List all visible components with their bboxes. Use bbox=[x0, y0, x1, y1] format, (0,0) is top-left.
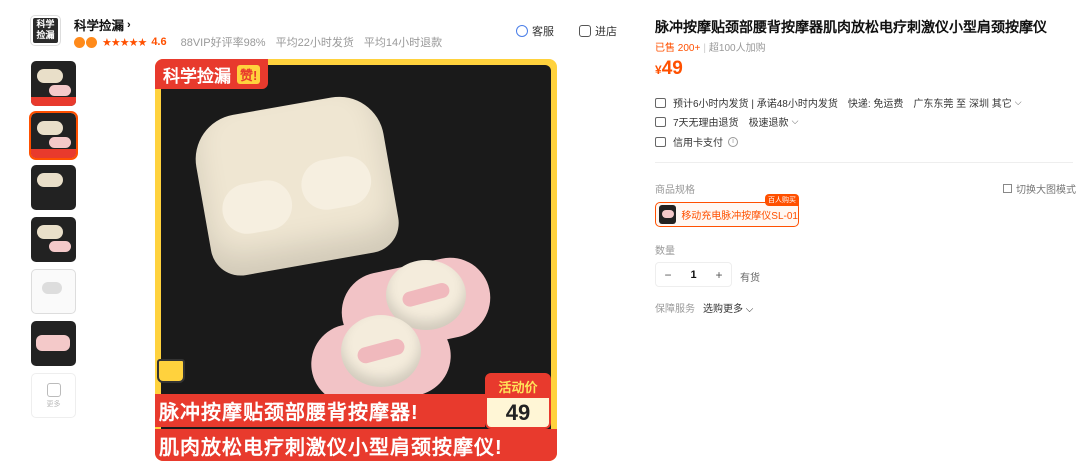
guarantee-more-label: 选购更多 bbox=[703, 304, 743, 315]
more-thumbnails-button[interactable]: 更多 bbox=[31, 373, 76, 418]
tag-badge: 赞! bbox=[237, 64, 261, 84]
promo-price-box: 活动价 49 bbox=[485, 373, 551, 429]
shipping-row[interactable]: 预计6小时内发货 | 承诺48小时内发货 快递: 免运费 广东东莞 至 深圳 其… bbox=[655, 95, 1022, 110]
chevron-down-icon: ⌵ bbox=[791, 116, 799, 126]
store-meta-item: 平均22小时发货 bbox=[275, 37, 354, 49]
thumbnail-list: 更多 bbox=[29, 61, 78, 425]
switch-view-button[interactable]: 切换大图模式 bbox=[1003, 181, 1076, 196]
guarantee-row: 保障服务 选购更多 ⌵ bbox=[655, 300, 753, 315]
store-meta: ★★★★★ 4.6 88VIP好评率98% 平均22小时发货 平均14小时退款 bbox=[74, 34, 452, 50]
charging-case bbox=[188, 89, 404, 281]
store-tag: 科学捡漏 赞! bbox=[155, 59, 269, 89]
chat-icon bbox=[516, 25, 528, 37]
shipping-route: 广东东莞 至 深圳 其它 bbox=[913, 99, 1012, 110]
returns-row[interactable]: 7天无理由退货 极速退款 ⌵ bbox=[655, 114, 798, 129]
sold-count: 已售 200+ bbox=[655, 43, 701, 54]
thumbnail[interactable] bbox=[31, 321, 76, 366]
product-title: 脉冲按摩贴颈部腰背按摩器肌肉放松电疗刺激仪小型肩颈按摩仪 bbox=[655, 19, 1047, 35]
customer-service-button[interactable]: 客服 bbox=[516, 23, 554, 39]
quantity-label: 数量 bbox=[655, 246, 675, 257]
thumbnail[interactable] bbox=[31, 61, 76, 106]
price: ¥49 bbox=[655, 58, 683, 80]
store-logo[interactable]: 科学捡漏 bbox=[30, 15, 61, 46]
quantity-stepper: − 1 + bbox=[655, 262, 732, 287]
guarantee-more-button[interactable]: 选购更多 ⌵ bbox=[703, 300, 753, 315]
store-rating: 4.6 bbox=[151, 36, 167, 48]
store-tag-text: 科学捡漏 bbox=[163, 66, 231, 86]
return-policy: 7天无理由退货 bbox=[673, 118, 739, 129]
spec-label: 商品规格 bbox=[655, 185, 695, 196]
store-name-link[interactable]: 科学捡漏 › bbox=[74, 15, 131, 34]
main-product-image[interactable]: 科学捡漏 赞! 脉冲按摩贴颈部腰背按摩器! 活动价 49 肌肉放松电疗刺激仪小型… bbox=[155, 59, 557, 461]
guarantee-label: 保障服务 bbox=[655, 304, 695, 315]
grid-icon bbox=[1003, 184, 1012, 193]
sku-thumbnail bbox=[659, 205, 677, 224]
price-amount: 49 bbox=[661, 58, 683, 79]
quantity-plus-button[interactable]: + bbox=[707, 268, 731, 282]
switch-view-label: 切换大图模式 bbox=[1016, 185, 1076, 196]
divider bbox=[655, 162, 1073, 163]
truck-icon bbox=[655, 97, 666, 108]
shipping-fee: 快递: 免运费 bbox=[847, 99, 904, 110]
chevron-down-icon: ⌵ bbox=[1014, 97, 1022, 107]
currency-symbol: ¥ bbox=[655, 63, 662, 77]
more-label: 更多 bbox=[46, 400, 61, 408]
store-badge-icon bbox=[86, 36, 97, 48]
sku-option-label: 移动充电脉冲按摩仪SL-01 bbox=[681, 211, 798, 222]
rating-stars-icon: ★★★★★ bbox=[102, 36, 147, 49]
image-banner-line1: 脉冲按摩贴颈部腰背按摩器! bbox=[155, 394, 485, 427]
store-badge-icon bbox=[74, 36, 85, 48]
quantity-minus-button[interactable]: − bbox=[656, 268, 680, 282]
thumbnail[interactable] bbox=[31, 217, 76, 262]
sku-option[interactable]: 移动充电脉冲按摩仪SL-01 百人购买 bbox=[655, 194, 799, 227]
chevron-down-icon: ⌵ bbox=[745, 304, 754, 315]
quantity-value[interactable]: 1 bbox=[682, 269, 706, 281]
enter-shop-button[interactable]: 进店 bbox=[579, 23, 617, 39]
promo-label: 活动价 bbox=[487, 375, 549, 398]
store-meta-item: 平均14小时退款 bbox=[363, 37, 443, 49]
return-icon bbox=[655, 116, 666, 127]
cart-icon bbox=[157, 359, 185, 383]
stock-status: 有货 bbox=[740, 273, 760, 284]
thumbnail-selected[interactable] bbox=[29, 111, 78, 160]
store-name: 科学捡漏 bbox=[74, 19, 125, 33]
chevron-right-icon: › bbox=[127, 18, 131, 31]
info-icon[interactable]: i bbox=[728, 136, 738, 147]
shop-icon bbox=[579, 25, 591, 37]
store-meta-item: 88VIP好评率98% bbox=[180, 37, 266, 49]
shipping-promise: 预计6小时内发货 | 承诺48小时内发货 bbox=[673, 99, 838, 110]
credit-card-icon bbox=[655, 136, 666, 147]
thumbnail[interactable] bbox=[31, 165, 76, 210]
payment-label: 信用卡支付 bbox=[673, 138, 723, 149]
store-logo-text: 科学捡漏 bbox=[33, 18, 58, 43]
massage-device bbox=[341, 315, 421, 387]
customer-service-label: 客服 bbox=[532, 26, 554, 38]
sku-hot-badge: 百人购买 bbox=[765, 194, 799, 206]
image-banner-line2: 肌肉放松电疗刺激仪小型肩颈按摩仪! bbox=[155, 429, 557, 461]
fast-refund: 极速退款 bbox=[748, 118, 789, 129]
payment-row: 信用卡支付 i bbox=[655, 134, 738, 149]
enter-shop-label: 进店 bbox=[595, 26, 617, 38]
promo-price: 49 bbox=[505, 400, 531, 425]
more-icon bbox=[46, 382, 61, 397]
sales-info: 已售 200+ | 超100人加购 bbox=[655, 43, 766, 54]
cart-count: 超100人加购 bbox=[708, 43, 766, 54]
thumbnail[interactable] bbox=[31, 269, 76, 314]
